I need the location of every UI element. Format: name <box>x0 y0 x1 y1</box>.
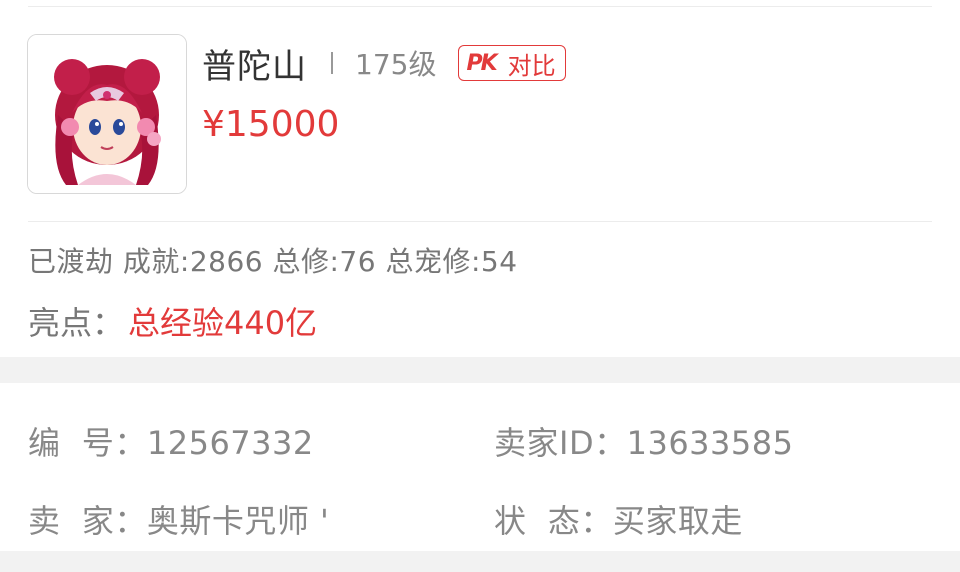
status-row: 状 态：买家取走 <box>494 496 743 542</box>
id-value: 12567332 <box>146 424 314 462</box>
character-portrait-icon[interactable] <box>27 34 187 194</box>
title-separator <box>331 52 333 74</box>
seller-row: 卖 家：奥斯卡咒师 ' <box>28 496 329 542</box>
product-card[interactable]: 普陀山 175级 PK 对比 ¥15000 <box>0 0 960 222</box>
title-row: 普陀山 175级 PK 对比 <box>202 40 566 87</box>
seller-label: 卖 家： <box>28 502 147 540</box>
school-title: 普陀山 <box>202 46 307 87</box>
seller-id-label: 卖家ID： <box>494 424 627 462</box>
card-divider <box>28 221 932 222</box>
seller-id-value: 13633585 <box>626 424 794 462</box>
pk-compare-label: 对比 <box>507 51 556 80</box>
bottom-separator <box>0 551 960 572</box>
highlight-value: 总经验440亿 <box>128 304 318 342</box>
pk-compare-button[interactable]: PK 对比 <box>458 45 566 81</box>
seller-id-row: 卖家ID：13633585 <box>494 418 793 464</box>
id-row: 编 号：12567332 <box>28 418 314 464</box>
highlight-label: 亮点： <box>28 304 125 342</box>
id-label: 编 号： <box>28 424 147 462</box>
seller-value[interactable]: 奥斯卡咒师 ' <box>147 502 329 540</box>
price: ¥15000 <box>202 104 340 145</box>
pk-compare-icon: PK <box>466 50 497 76</box>
status-value: 买家取走 <box>612 502 743 540</box>
level-text: 175级 <box>355 48 437 81</box>
highlight-row: 亮点： 总经验440亿 <box>28 298 317 344</box>
section-separator <box>0 357 960 383</box>
status-label: 状 态： <box>494 502 613 540</box>
listing-page: 普陀山 175级 PK 对比 ¥15000 已渡劫 成就:2866 总修:76 … <box>0 0 960 572</box>
stats-summary: 已渡劫 成就:2866 总修:76 总宠修:54 <box>28 245 518 278</box>
